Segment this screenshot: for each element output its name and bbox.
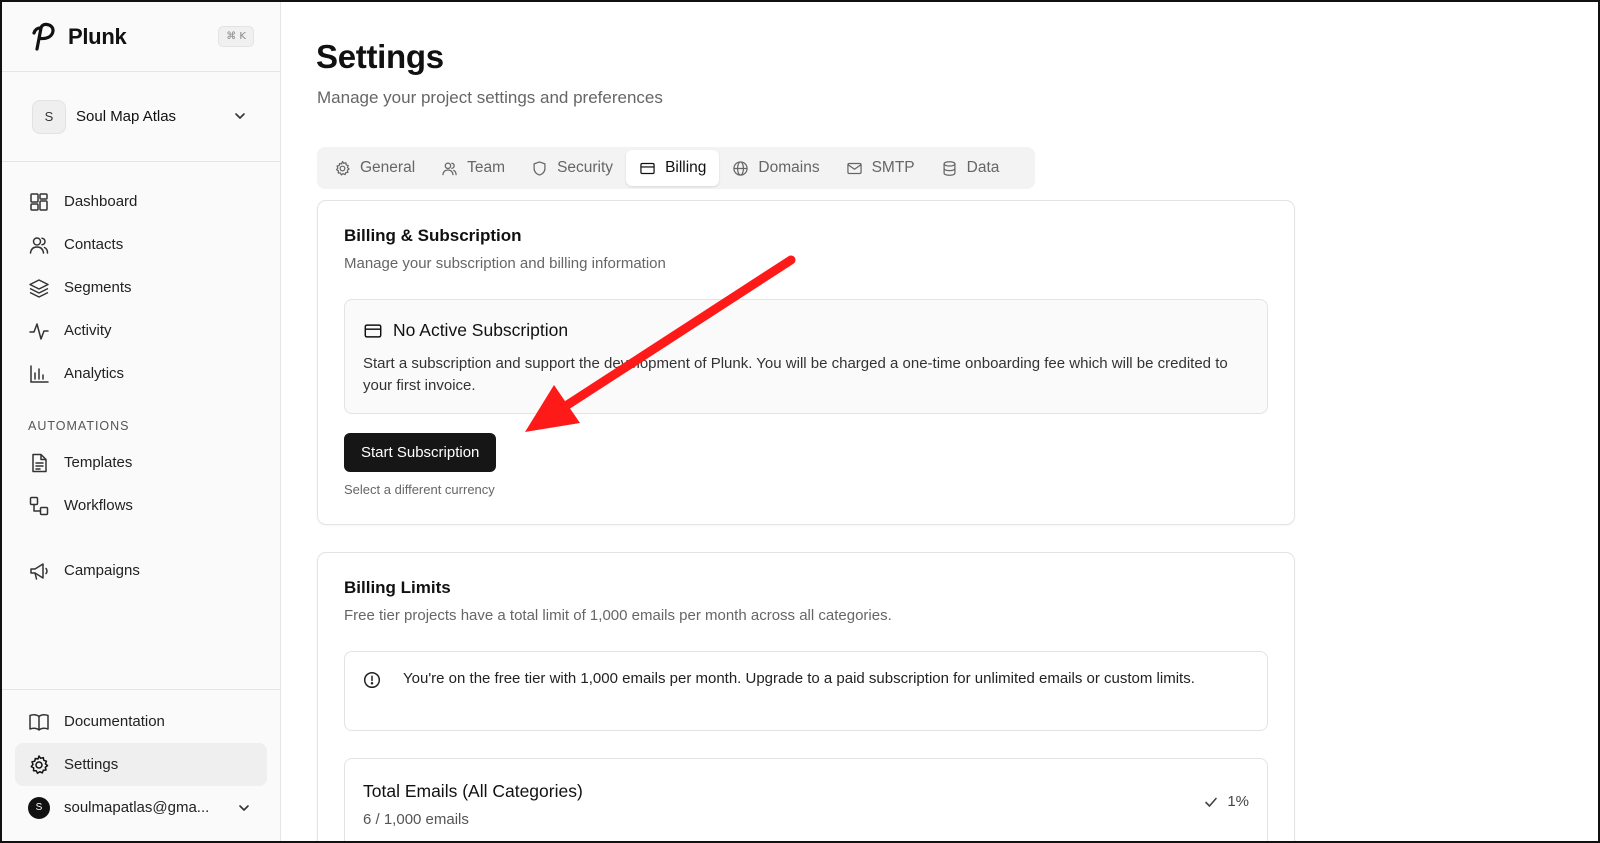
page-subtitle: Manage your project settings and prefere… [317,88,663,107]
usage-percent: 1% [1203,793,1249,810]
usage-count: 6 / 1,000 emails [363,811,469,828]
app-window: Plunk ⌘ K S Soul Map Atlas Dashboard Con… [0,0,1600,843]
sidebar-item-label: Contacts [64,236,124,253]
tab-billing[interactable]: Billing [626,150,720,186]
tab-label: SMTP [871,159,915,176]
tab-general[interactable]: General [321,150,428,186]
usage-percent-value: 1% [1227,793,1249,810]
notice-body: Start a subscription and support the dev… [363,355,1228,394]
sidebar-item-settings[interactable]: Settings [15,743,267,786]
sidebar-item-label: Campaigns [64,562,140,579]
project-avatar: S [32,99,66,134]
credit-card-icon [364,323,382,338]
workflow-icon [29,496,49,515]
avatar: S [28,796,50,819]
primary-nav: Dashboard Contacts Segments Activity Ana… [2,162,280,592]
dashboard-icon [30,192,48,211]
plunk-logo-icon [32,22,55,51]
tab-label: Team [467,159,506,176]
sidebar-item-dashboard[interactable]: Dashboard [2,180,280,223]
tab-security[interactable]: Security [518,150,626,186]
sidebar-item-label: Settings [64,756,119,773]
file-icon [32,453,47,472]
project-name: Soul Map Atlas [76,108,177,125]
tab-label: Security [557,159,614,176]
billing-card-subtitle: Manage your subscription and billing inf… [344,255,666,272]
tab-data[interactable]: Data [928,150,1013,186]
sidebar-item-segments[interactable]: Segments [2,266,280,309]
sidebar-item-label: Documentation [64,713,165,730]
check-icon [1205,797,1218,807]
globe-icon [733,160,749,176]
sidebar-item-documentation[interactable]: Documentation [2,700,280,743]
book-icon [29,713,49,731]
limits-card-title: Billing Limits [344,578,451,597]
subscription-notice: No Active Subscription Start a subscript… [344,299,1268,414]
brand-name: Plunk [68,23,127,49]
settings-tabs: General Team Security Billing Domains SM… [317,147,1035,189]
megaphone-icon [30,562,48,580]
limits-card-subtitle: Free tier projects have a total limit of… [344,607,892,624]
tab-label: Data [966,159,1000,176]
bar-chart-icon [30,364,49,383]
gear-icon [335,160,350,176]
users-icon [442,161,457,175]
info-circle-icon [363,671,381,689]
automations-section-label: AUTOMATIONS [28,419,130,433]
sidebar-item-activity[interactable]: Activity [2,309,280,352]
command-shortcut-badge[interactable]: ⌘ K [218,26,254,47]
notice-title: No Active Subscription [393,320,569,340]
users-icon [29,236,49,254]
sidebar-item-campaigns[interactable]: Campaigns [2,549,280,592]
database-icon [943,160,956,176]
user-email: soulmapatlas@gma... [64,799,210,816]
tab-domains[interactable]: Domains [719,150,832,186]
activity-icon [29,322,49,340]
chevron-down-icon [235,113,245,119]
sidebar-item-label: Activity [64,322,112,339]
project-switcher[interactable]: S Soul Map Atlas [2,72,280,162]
shield-icon [533,160,546,176]
billing-subscription-card: Billing & Subscription Manage your subsc… [317,200,1295,525]
tab-label: Domains [758,159,820,176]
notice-header: No Active Subscription [363,320,1249,341]
free-tier-alert: You're on the free tier with 1,000 email… [344,651,1268,731]
usage-title: Total Emails (All Categories) [363,781,583,801]
gear-icon [30,754,49,774]
sidebar-item-workflows[interactable]: Workflows [2,484,280,527]
billing-card-title: Billing & Subscription [344,226,522,245]
tab-label: General [360,159,416,176]
page-title: Settings [316,38,444,75]
tab-label: Billing [665,159,707,176]
sidebar-item-analytics[interactable]: Analytics [2,352,280,395]
user-menu[interactable]: S soulmapatlas@gma... [2,786,280,829]
free-tier-message: You're on the free tier with 1,000 email… [363,668,1249,690]
billing-limits-card: Billing Limits Free tier projects have a… [317,552,1295,841]
sidebar: Plunk ⌘ K S Soul Map Atlas Dashboard Con… [2,2,281,841]
select-currency-link[interactable]: Select a different currency [344,482,495,497]
credit-card-icon [640,162,655,174]
tab-smtp[interactable]: SMTP [833,150,928,186]
chevron-down-icon [239,805,249,811]
sidebar-item-label: Analytics [64,365,125,382]
sidebar-item-contacts[interactable]: Contacts [2,223,280,266]
layers-icon [29,278,49,298]
mail-icon [846,162,862,174]
brand-header: Plunk ⌘ K [2,2,280,72]
sidebar-item-label: Workflows [64,497,133,514]
sidebar-item-templates[interactable]: Templates [2,441,280,484]
main-content: Settings Manage your project settings an… [282,2,1598,841]
sidebar-footer: Documentation Settings S soulmapatlas@gm… [2,689,280,829]
usage-panel: Total Emails (All Categories) 6 / 1,000 … [344,758,1268,841]
tab-team[interactable]: Team [428,150,518,186]
free-tier-text: You're on the free tier with 1,000 email… [403,670,1195,687]
sidebar-item-label: Dashboard [64,193,138,210]
sidebar-item-label: Templates [64,454,133,471]
sidebar-item-label: Segments [64,279,132,296]
start-subscription-button[interactable]: Start Subscription [344,433,497,472]
